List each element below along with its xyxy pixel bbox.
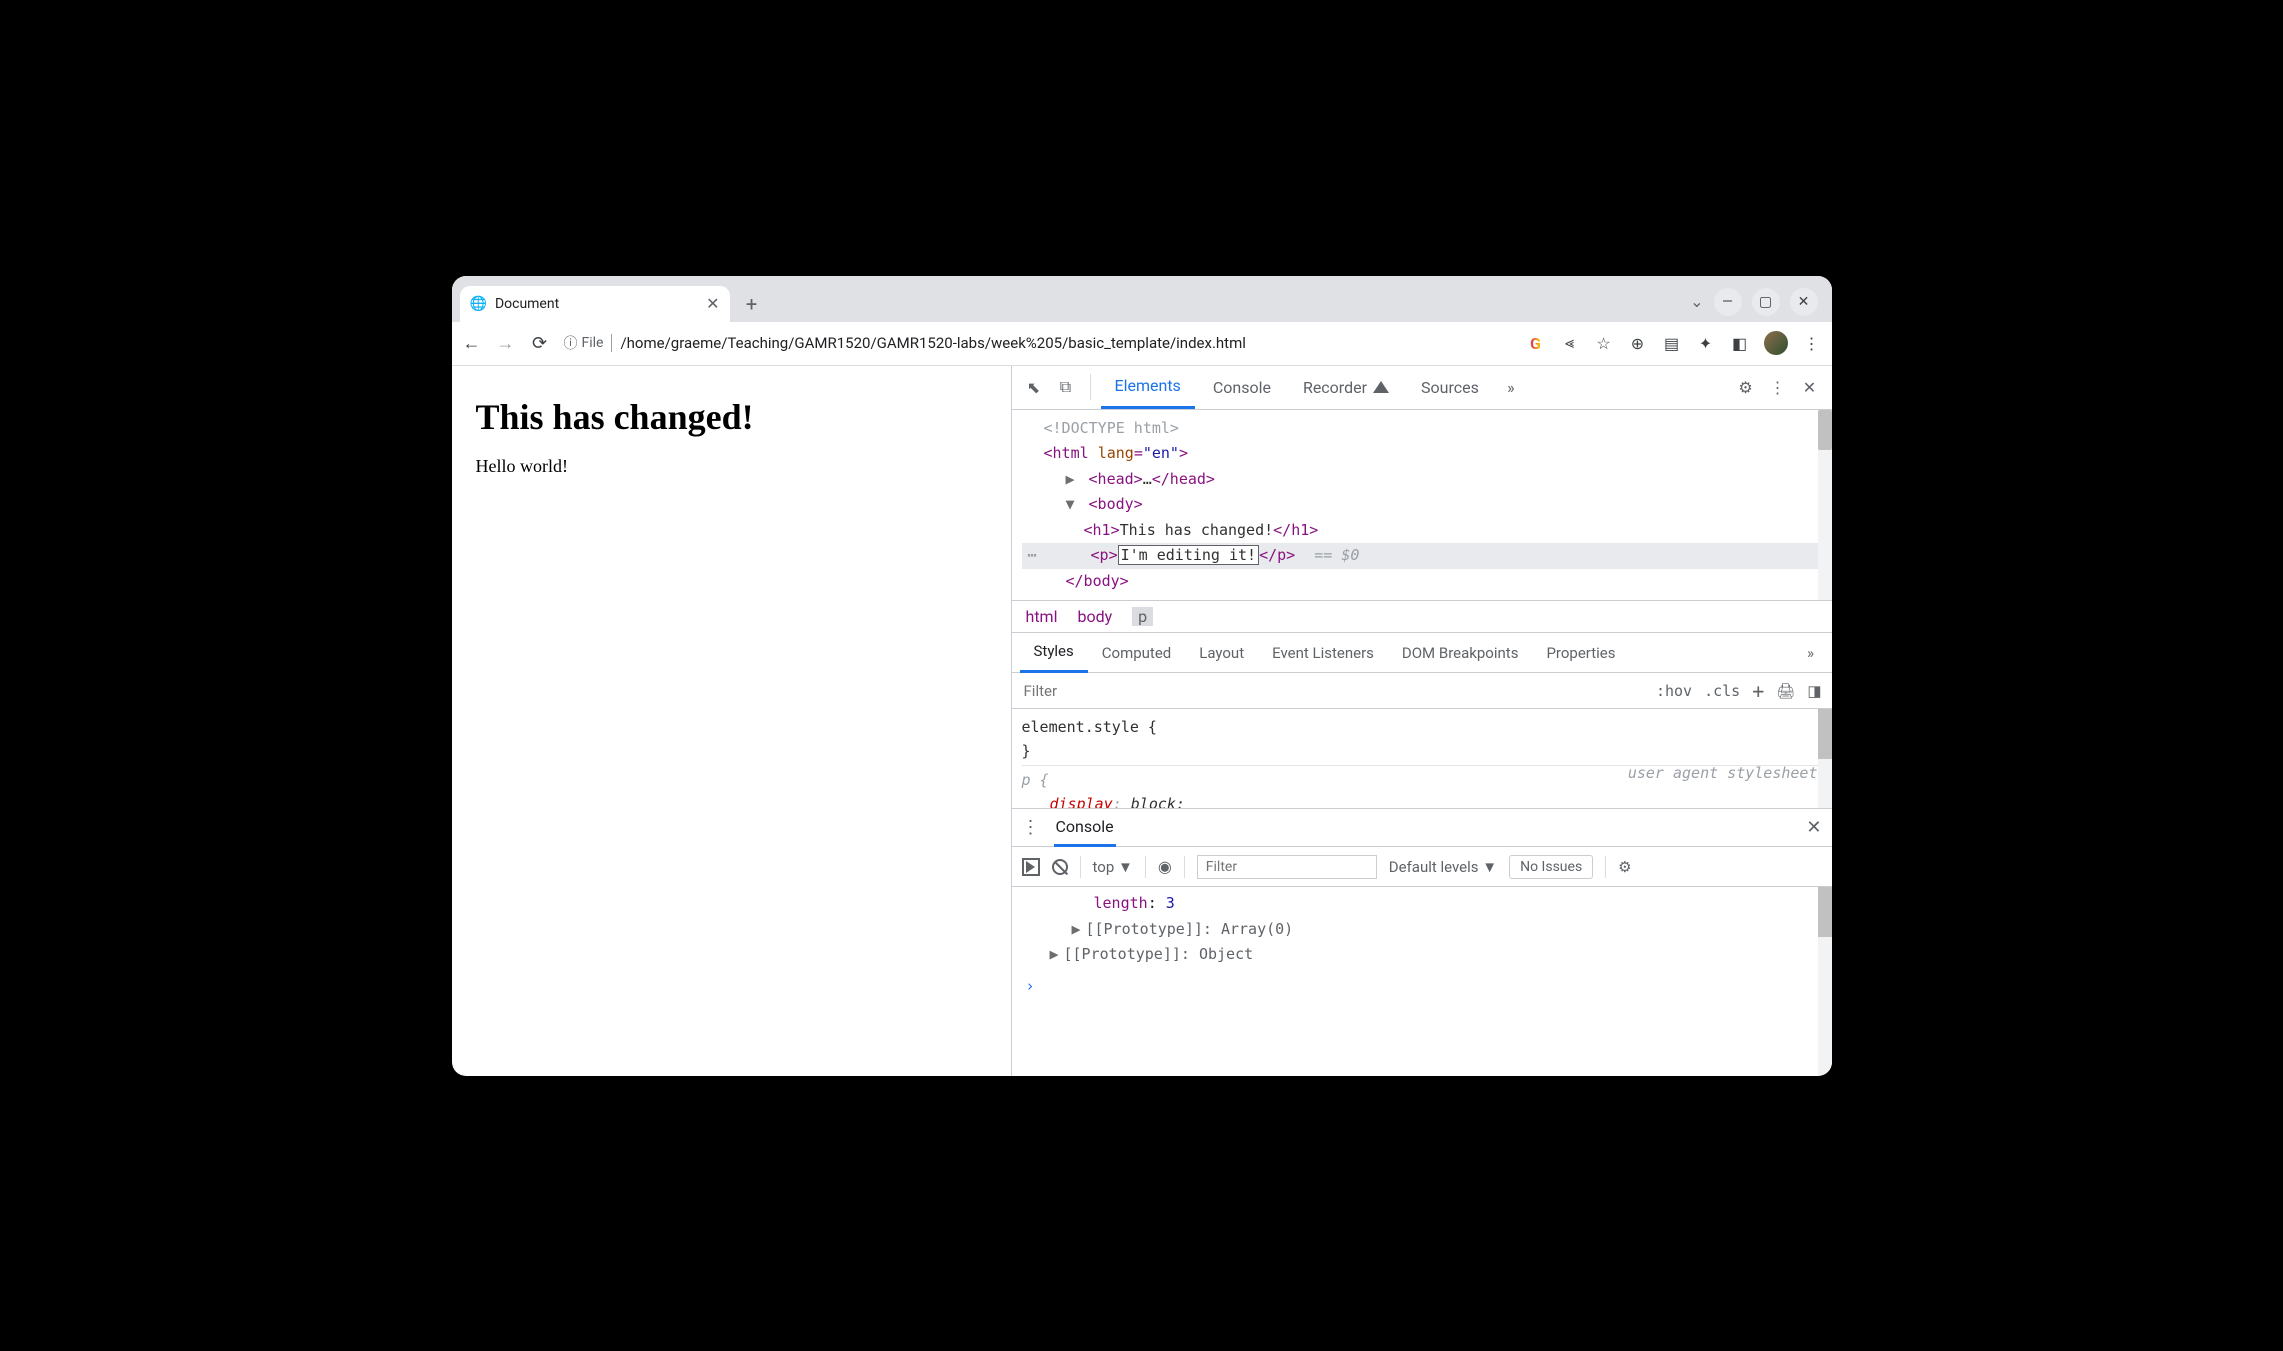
row-actions-icon[interactable]: ⋯	[1022, 543, 1043, 569]
styles-filter-bar: :hov .cls + 🖨 ◨	[1012, 673, 1832, 709]
omnibox[interactable]: ⓘ File /home/graeme/Teaching/GAMR1520/GA…	[564, 333, 1512, 353]
more-tabs-icon[interactable]: »	[1497, 378, 1525, 397]
expand-arrow-icon[interactable]: ▶	[1066, 467, 1080, 493]
extensions-puzzle-icon[interactable]: ✦	[1696, 334, 1716, 353]
devtools-panel: ⬉ ⧉ Elements Console Recorder Sources » …	[1012, 366, 1832, 1076]
google-icon[interactable]: G	[1526, 334, 1546, 353]
console-sidebar-toggle-icon[interactable]	[1022, 858, 1040, 876]
console-settings-gear-icon[interactable]: ⚙	[1618, 858, 1631, 876]
close-devtools-icon[interactable]: ✕	[1796, 378, 1824, 397]
tab-strip: 🌐 Document ✕ + ⌄ — ▢ ✕	[452, 276, 1832, 322]
dom-tree[interactable]: <!DOCTYPE html> <html lang="en"> ▶ <head…	[1012, 410, 1832, 602]
tab-elements[interactable]: Elements	[1101, 365, 1195, 409]
expand-arrow-icon[interactable]: ▶	[1072, 917, 1086, 943]
console-prompt-icon[interactable]: ›	[1026, 974, 1035, 1000]
close-window-button[interactable]: ✕	[1790, 288, 1818, 316]
url-text: /home/graeme/Teaching/GAMR1520/GAMR1520-…	[620, 334, 1245, 352]
subtab-styles[interactable]: Styles	[1020, 633, 1088, 673]
kebab-devtools-icon[interactable]: ⋮	[1764, 378, 1792, 397]
tab-sources[interactable]: Sources	[1407, 365, 1493, 409]
forward-button[interactable]: →	[496, 333, 516, 354]
bookmark-icon[interactable]: ☆	[1594, 334, 1614, 353]
tab-recorder[interactable]: Recorder	[1289, 365, 1403, 409]
crumb-body[interactable]: body	[1077, 607, 1112, 626]
cls-toggle[interactable]: .cls	[1704, 682, 1740, 700]
crumb-p[interactable]: p	[1132, 607, 1153, 626]
styles-tabs: Styles Computed Layout Event Listeners D…	[1012, 633, 1832, 673]
globe-icon: 🌐	[470, 296, 487, 312]
back-button[interactable]: ←	[462, 333, 482, 354]
reader-icon[interactable]: ▤	[1662, 334, 1682, 353]
subtab-event-listeners[interactable]: Event Listeners	[1258, 633, 1388, 673]
sidepanel-icon[interactable]: ◧	[1730, 334, 1750, 353]
more-subtabs-icon[interactable]: »	[1798, 644, 1824, 662]
console-output[interactable]: length: 3 ▶[[Prototype]]: Array(0) ▶[[Pr…	[1012, 887, 1832, 1076]
selected-dom-row[interactable]: ⋯ <p>I'm editing it!</p> == $0	[1022, 543, 1822, 569]
address-bar: ← → ⟳ ⓘ File /home/graeme/Teaching/GAMR1…	[452, 322, 1832, 366]
new-tab-button[interactable]: +	[738, 290, 766, 318]
close-console-drawer-icon[interactable]: ✕	[1806, 817, 1821, 838]
tab-console[interactable]: Console	[1199, 365, 1285, 409]
browser-tab[interactable]: 🌐 Document ✕	[460, 286, 730, 322]
kebab-menu-icon[interactable]: ⋮	[1802, 334, 1822, 353]
device-toggle-icon[interactable]: ⧉	[1052, 377, 1080, 397]
page-heading: This has changed!	[476, 396, 987, 438]
crumb-html[interactable]: html	[1026, 607, 1058, 626]
no-issues-button[interactable]: No Issues	[1509, 855, 1593, 879]
tab-search-icon[interactable]: ⌄	[1690, 292, 1703, 311]
console-drawer-tab[interactable]: Console	[1054, 809, 1116, 847]
styles-filter-input[interactable]	[1022, 681, 1644, 701]
toolbar-icons: G ⪡ ☆ ⊕ ▤ ✦ ◧ ⋮	[1526, 331, 1822, 355]
clear-console-icon[interactable]	[1052, 859, 1068, 875]
recorder-beta-icon	[1373, 381, 1389, 393]
extension-icon[interactable]: ⊕	[1628, 334, 1648, 353]
subtab-computed[interactable]: Computed	[1088, 633, 1186, 673]
tab-title: Document	[495, 296, 559, 312]
devtools-tabs: ⬉ ⧉ Elements Console Recorder Sources » …	[1012, 366, 1832, 410]
page-paragraph: Hello world!	[476, 456, 987, 477]
styles-scrollbar[interactable]	[1818, 709, 1832, 808]
user-agent-stylesheet-label: user agent stylesheet	[1628, 761, 1818, 785]
share-icon[interactable]: ⪡	[1560, 333, 1580, 353]
log-levels-selector[interactable]: Default levels ▼	[1389, 858, 1497, 876]
dom-breadcrumbs: html body p	[1012, 601, 1832, 633]
reload-button[interactable]: ⟳	[530, 333, 550, 354]
console-drawer-header: ⋮ Console ✕	[1012, 809, 1832, 847]
console-menu-icon[interactable]: ⋮	[1022, 817, 1040, 838]
tab-close-icon[interactable]: ✕	[706, 294, 719, 313]
doctype: <!DOCTYPE html>	[1044, 419, 1179, 437]
dom-scrollbar[interactable]	[1818, 410, 1832, 601]
hov-toggle[interactable]: :hov	[1656, 682, 1692, 700]
expand-arrow-icon[interactable]: ▶	[1050, 942, 1064, 968]
profile-avatar[interactable]	[1764, 331, 1788, 355]
inspect-element-icon[interactable]: ⬉	[1020, 378, 1048, 397]
console-toolbar: top ▼ ◉ Default levels ▼ No Issues ⚙	[1012, 847, 1832, 887]
computed-toggle-icon[interactable]: ◨	[1807, 682, 1821, 700]
live-expression-icon[interactable]: ◉	[1158, 857, 1172, 876]
rendered-page: This has changed! Hello world!	[452, 366, 1012, 1076]
styles-panel[interactable]: element.style { } p { user agent stylesh…	[1012, 709, 1832, 809]
browser-window: 🌐 Document ✕ + ⌄ — ▢ ✕ ← → ⟳ ⓘ File /hom…	[452, 276, 1832, 1076]
site-info-icon[interactable]: ⓘ File	[564, 333, 604, 353]
console-scrollbar[interactable]	[1818, 887, 1832, 1076]
inline-edit-field[interactable]: I'm editing it!	[1118, 545, 1259, 565]
settings-gear-icon[interactable]: ⚙	[1732, 378, 1760, 397]
minimize-button[interactable]: —	[1714, 288, 1742, 316]
subtab-layout[interactable]: Layout	[1185, 633, 1258, 673]
context-selector[interactable]: top ▼	[1093, 858, 1133, 876]
maximize-button[interactable]: ▢	[1752, 288, 1780, 316]
subtab-dom-breakpoints[interactable]: DOM Breakpoints	[1388, 633, 1533, 673]
subtab-properties[interactable]: Properties	[1532, 633, 1629, 673]
paint-icon[interactable]: 🖨	[1776, 682, 1795, 700]
omnibox-divider	[611, 334, 612, 352]
collapse-arrow-icon[interactable]: ▼	[1066, 492, 1080, 518]
new-style-rule[interactable]: +	[1752, 679, 1764, 703]
console-filter-input[interactable]	[1197, 855, 1377, 879]
dollar-zero-hint: == $0	[1314, 546, 1359, 564]
